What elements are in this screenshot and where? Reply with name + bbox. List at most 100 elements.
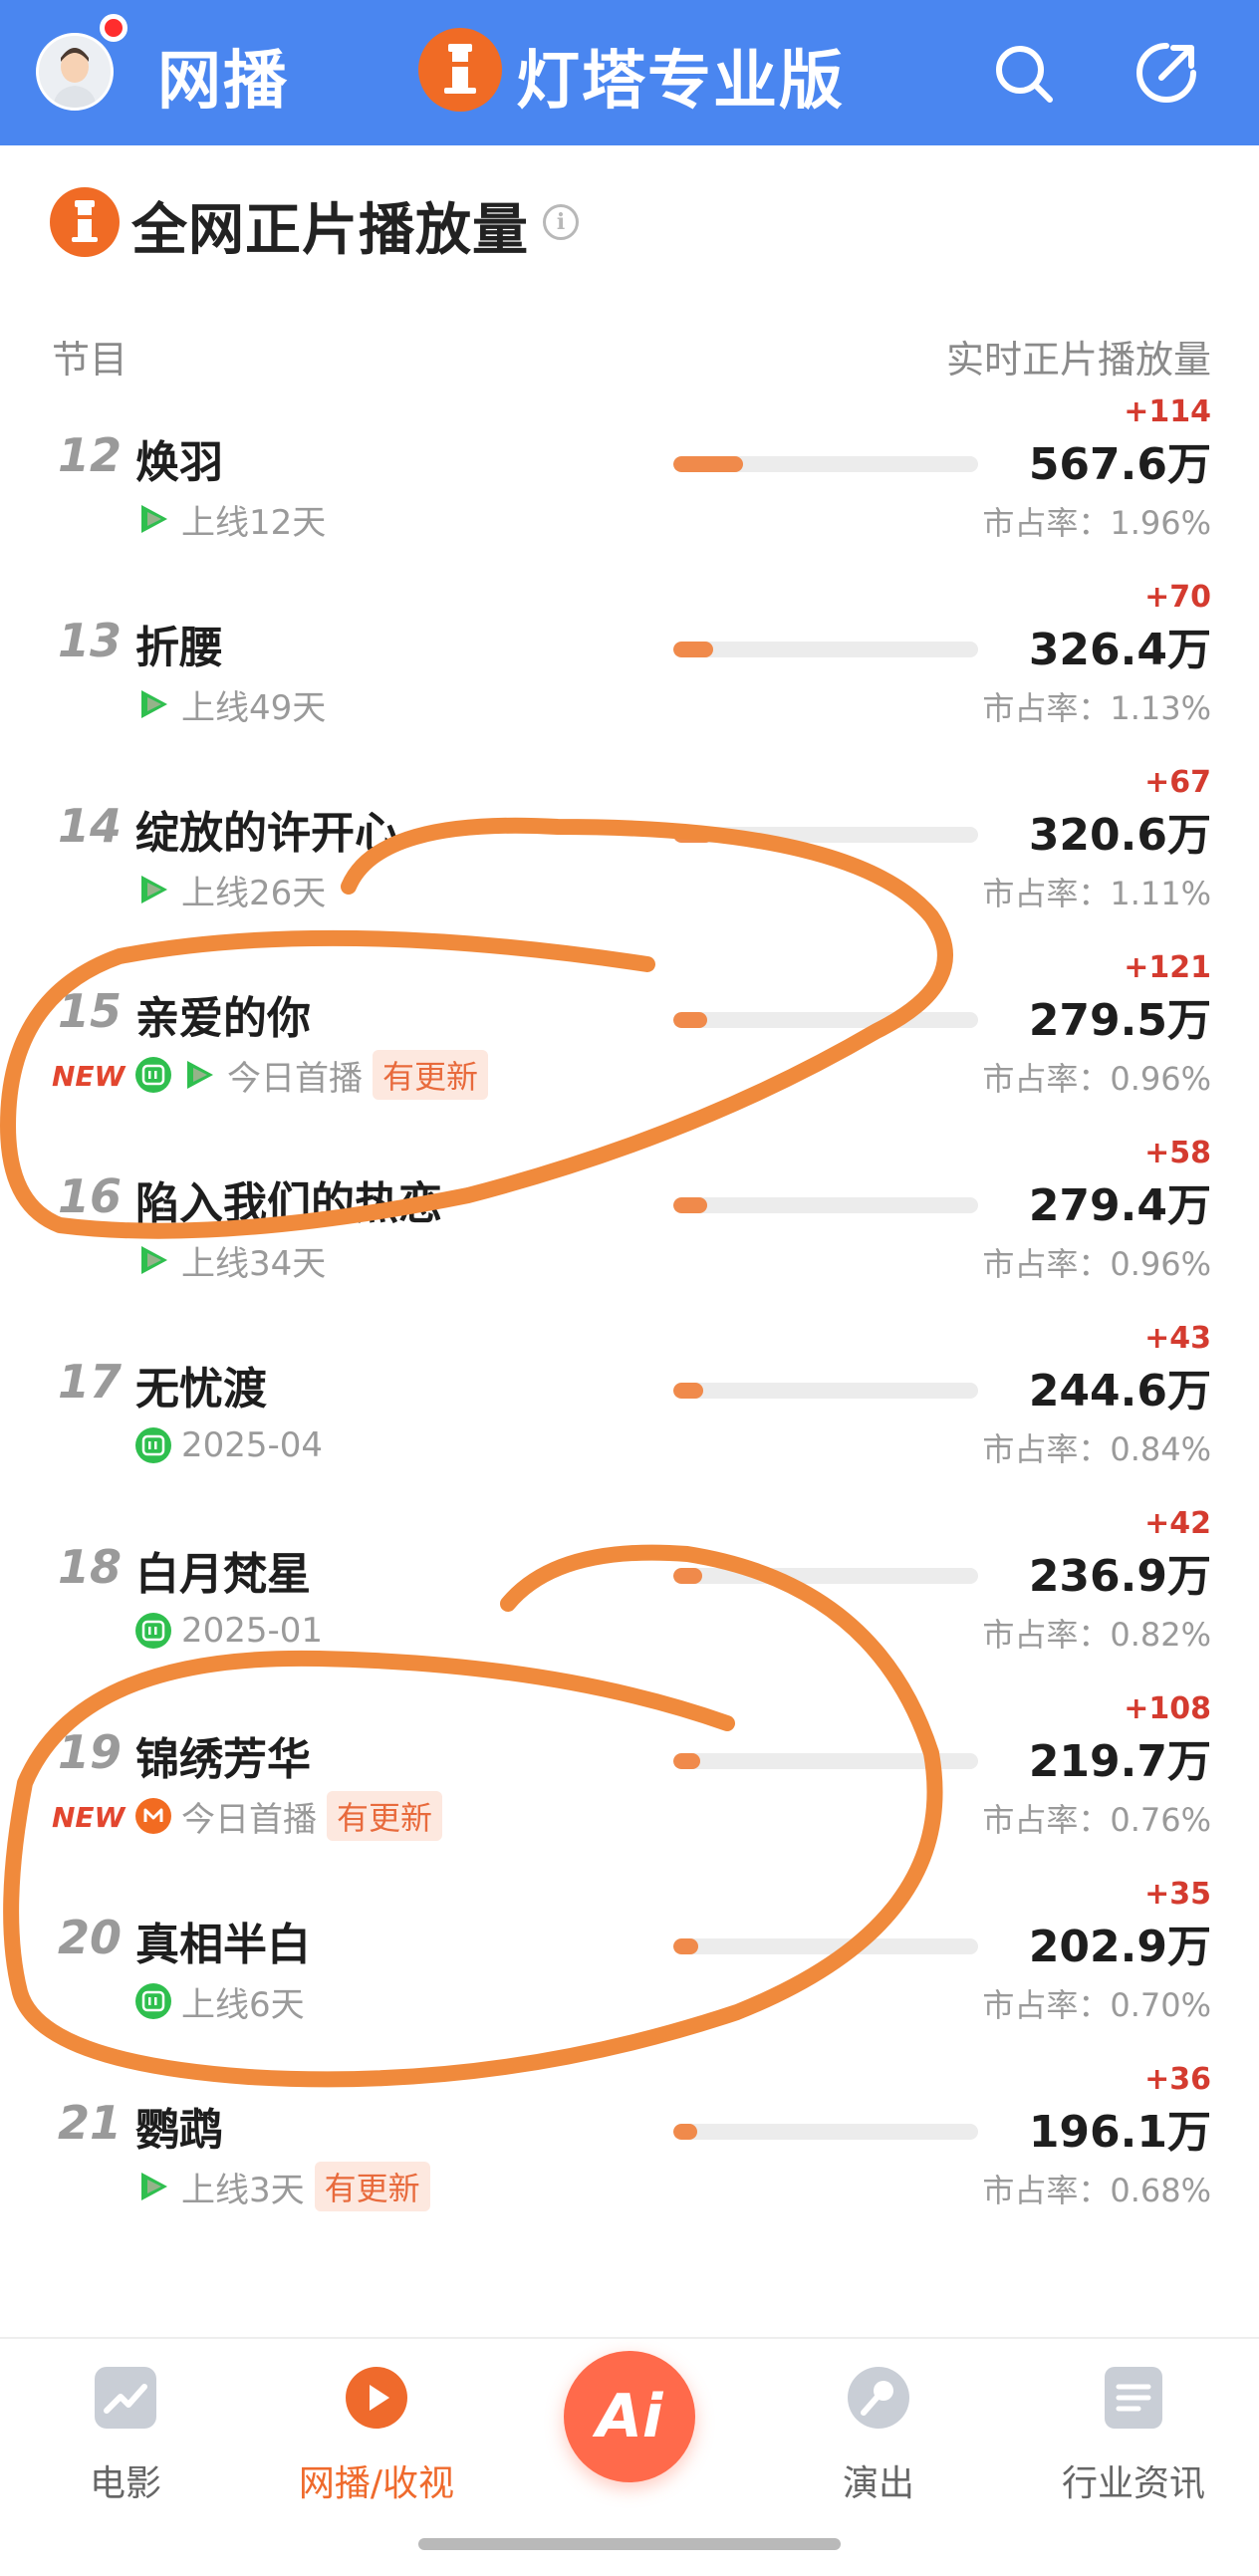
share-bar-track — [673, 642, 978, 657]
lighthouse-logo-icon — [50, 187, 120, 257]
section-title: 全网正片播放量 — [131, 198, 529, 263]
program-meta: 上线3天 有更新 — [135, 2162, 430, 2211]
rank-number: 21 — [58, 2096, 123, 2150]
avatar-icon — [39, 36, 111, 108]
market-share: 市占率：0.68% — [982, 2172, 1211, 2209]
table-row[interactable]: 19 锦绣芳华 NEW 今日首播 有更新 +108 219.7万 市占率：0.76% — [0, 1616, 1259, 1841]
share-bar-track — [673, 1197, 978, 1213]
table-row[interactable]: 15 亲爱的你 NEW 今日首播 有更新 +121 279.5万 市占率：0.96% — [0, 875, 1259, 1100]
play-delta: +114 — [1124, 394, 1211, 429]
program-name: 陷入我们的热恋 — [135, 1178, 442, 1229]
tab-label: 行业资讯 — [1061, 2463, 1205, 2504]
play-delta: +108 — [1124, 1691, 1211, 1726]
share-bar-fill — [673, 1383, 703, 1399]
rank-number: 18 — [58, 1540, 123, 1594]
share-bar-fill — [673, 1568, 703, 1584]
share-bar-fill — [673, 642, 714, 657]
tab-webcast[interactable]: 网播/收视 — [267, 2365, 486, 2506]
share-bar-track — [673, 1568, 978, 1584]
program-name: 白月梵星 — [135, 1549, 311, 1600]
updated-badge: 有更新 — [314, 2162, 430, 2211]
release-info: 上线3天 — [181, 2170, 305, 2210]
rank-number: 16 — [58, 1169, 123, 1223]
rank-number: 19 — [58, 1725, 123, 1779]
play-delta: +70 — [1144, 580, 1211, 615]
rank-number: 20 — [58, 1911, 123, 1964]
program-name: 无忧渡 — [135, 1364, 267, 1415]
info-icon[interactable]: i — [543, 204, 579, 240]
play-count: 202.9万 — [1028, 1922, 1211, 1972]
tab-label: 电影 — [89, 2463, 161, 2504]
rank-number: 14 — [58, 799, 123, 853]
news-icon — [1105, 2367, 1162, 2429]
table-row[interactable]: 18 白月梵星 2025-01 +42 236.9万 市占率：0.82% — [0, 1430, 1259, 1654]
column-header-plays: 实时正片播放量 — [945, 338, 1211, 382]
rank-number: 15 — [58, 984, 123, 1038]
share-bar-track — [673, 456, 978, 472]
table-row[interactable]: 14 绽放的许开心 上线26天 +67 320.6万 市占率：1.11% — [0, 689, 1259, 913]
share-button[interactable] — [1132, 38, 1201, 108]
play-icon — [346, 2367, 407, 2429]
play-delta: +58 — [1144, 1136, 1211, 1170]
program-name: 锦绣芳华 — [135, 1734, 311, 1785]
share-bar-track — [673, 1012, 978, 1028]
rank-number: 17 — [58, 1355, 123, 1409]
program-name: 真相半白 — [135, 1920, 311, 1970]
play-count: 326.4万 — [1028, 625, 1211, 675]
play-count: 567.6万 — [1028, 439, 1211, 490]
share-bar-fill — [673, 1197, 708, 1213]
tab-industry-news[interactable]: 行业资讯 — [1024, 2365, 1243, 2506]
program-name: 绽放的许开心 — [135, 808, 398, 859]
top-header: 网播 灯塔专业版 — [0, 0, 1259, 145]
share-bar-fill — [673, 1012, 708, 1028]
play-count: 279.5万 — [1028, 995, 1211, 1046]
play-delta: +36 — [1144, 2062, 1211, 2097]
play-delta: +42 — [1144, 1506, 1211, 1541]
program-name: 亲爱的你 — [135, 993, 311, 1044]
ai-assistant-button[interactable]: Ai — [564, 2351, 695, 2482]
home-indicator — [418, 2538, 841, 2550]
search-icon — [996, 46, 1053, 103]
table-row[interactable]: 17 无忧渡 2025-04 +43 244.6万 市占率：0.84% — [0, 1245, 1259, 1468]
notification-dot — [100, 14, 127, 42]
play-count: 279.4万 — [1028, 1180, 1211, 1231]
share-bar-track — [673, 1753, 978, 1769]
tab-performance[interactable]: 演出 — [769, 2365, 988, 2506]
tab-label: 演出 — [842, 2463, 914, 2504]
table-row[interactable]: 12 焕羽 上线12天 +114 567.6万 市占率：1.96% — [0, 388, 1259, 543]
table-row[interactable]: 16 陷入我们的热恋 上线34天 +58 279.4万 市占率：0.96% — [0, 1060, 1259, 1284]
play-delta: +43 — [1144, 1321, 1211, 1356]
rank-number: 13 — [58, 614, 123, 667]
share-bar-track — [673, 827, 978, 843]
tab-label: 网播/收视 — [298, 2463, 455, 2504]
share-bar-fill — [673, 1753, 701, 1769]
table-row[interactable]: 13 折腰 上线49天 +70 326.4万 市占率：1.13% — [0, 504, 1259, 728]
movie-icon — [95, 2367, 156, 2429]
share-arrow-icon — [1136, 43, 1196, 103]
share-bar-track — [673, 2124, 978, 2140]
play-delta: +121 — [1124, 950, 1211, 985]
play-count: 219.7万 — [1028, 1736, 1211, 1787]
rank-number: 12 — [58, 428, 123, 482]
search-button[interactable] — [988, 38, 1058, 108]
column-header-program: 节目 — [52, 338, 128, 382]
play-count: 320.6万 — [1028, 810, 1211, 861]
share-bar-track — [673, 1938, 978, 1954]
share-bar-fill — [673, 1938, 698, 1954]
play-delta: +67 — [1144, 765, 1211, 800]
tencent-video-icon — [135, 2169, 171, 2204]
tab-movie[interactable]: 电影 — [16, 2365, 235, 2506]
share-bar-fill — [673, 456, 743, 472]
table-row[interactable]: 20 真相半白 上线6天 +35 202.9万 市占率：0.70% — [0, 1801, 1259, 2025]
share-bar-fill — [673, 2124, 698, 2140]
ai-label: Ai — [596, 2382, 663, 2451]
share-bar-track — [673, 1383, 978, 1399]
app-title: 网播 — [157, 45, 289, 119]
brand-title: 灯塔专业版 — [516, 45, 845, 119]
play-count: 196.1万 — [1028, 2107, 1211, 2158]
ranking-list[interactable]: 12 焕羽 上线12天 +114 567.6万 市占率：1.96% 13 折腰 上线49天 +70… — [0, 388, 1259, 2337]
user-avatar[interactable] — [36, 33, 114, 111]
app-root: 网播 灯塔专业版 全网正片播放量 i 节目 实时正片播放量 12 焕羽 上线12… — [0, 0, 1259, 2576]
table-row[interactable]: 21 鹦鹉上线3天 有更新 +36 196.1万市占率：0.68% — [0, 1986, 1259, 2211]
program-name: 鹦鹉 — [135, 2105, 223, 2156]
